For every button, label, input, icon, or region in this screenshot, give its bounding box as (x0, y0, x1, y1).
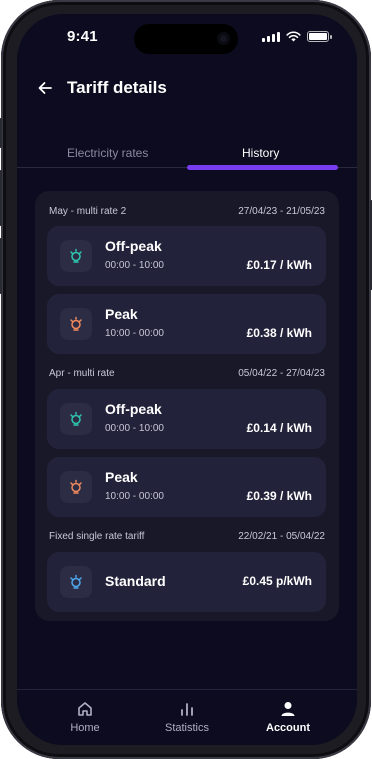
nav-home[interactable]: Home (45, 700, 125, 734)
tariff-dates: 27/04/23 - 21/05/23 (238, 206, 325, 217)
tariff-group-header: Apr - multi rate 05/04/22 - 27/04/23 (49, 368, 325, 379)
rate-price: £0.45 p/kWh (242, 574, 312, 588)
wifi-icon (286, 31, 301, 42)
rate-name: Standard (105, 573, 166, 589)
nav-label: Home (70, 722, 100, 734)
camera-icon (217, 32, 230, 45)
user-icon (281, 702, 295, 716)
rate-card-offpeak[interactable]: Off-peak 00:00 - 10:00 £0.17 / kWh (47, 226, 326, 286)
rate-card-peak[interactable]: Peak 10:00 - 00:00 £0.38 / kWh (47, 294, 326, 354)
peak-icon (60, 308, 92, 340)
rate-name: Peak (105, 306, 138, 322)
tariff-dates: 22/02/21 - 05/04/22 (238, 531, 325, 542)
tariff-name: Fixed single rate tariff (49, 531, 145, 542)
rate-name: Off-peak (105, 401, 162, 417)
tariff-history-panel: May - multi rate 2 27/04/23 - 21/05/23 O… (35, 191, 339, 621)
tariff-name: Apr - multi rate (49, 368, 115, 379)
offpeak-icon (60, 403, 92, 435)
rate-time: 00:00 - 10:00 (105, 260, 164, 271)
rate-price: £0.39 / kWh (246, 489, 312, 503)
app-screen: 9:41 Tariff details Electricity rates Hi… (17, 14, 357, 745)
rate-price: £0.14 / kWh (246, 421, 312, 435)
status-icons (262, 31, 332, 42)
rate-time: 10:00 - 00:00 (105, 491, 164, 502)
standard-icon (60, 566, 92, 598)
rate-name: Peak (105, 469, 138, 485)
tab-electricity-rates[interactable]: Electricity rates (67, 146, 148, 160)
bar-chart-icon (181, 703, 193, 716)
battery-icon (307, 31, 332, 42)
tariff-group-header: Fixed single rate tariff 22/02/21 - 05/0… (49, 531, 325, 542)
back-arrow-icon[interactable] (37, 80, 53, 96)
rate-card-standard[interactable]: Standard £0.45 p/kWh (47, 552, 326, 612)
rate-card-offpeak[interactable]: Off-peak 00:00 - 10:00 £0.14 / kWh (47, 389, 326, 449)
status-time: 9:41 (67, 28, 98, 45)
active-tab-indicator (187, 165, 338, 170)
action-button (0, 118, 2, 148)
volume-up-button (0, 170, 2, 226)
peak-icon (60, 471, 92, 503)
tariff-group-header: May - multi rate 2 27/04/23 - 21/05/23 (49, 206, 325, 217)
rate-time: 00:00 - 10:00 (105, 423, 164, 434)
nav-account[interactable]: Account (248, 700, 328, 734)
offpeak-icon (60, 240, 92, 272)
nav-label: Statistics (164, 722, 209, 734)
phone-frame: 9:41 Tariff details Electricity rates Hi… (0, 0, 372, 759)
dynamic-island (134, 24, 238, 54)
bottom-nav: Home Statistics Account (17, 689, 357, 745)
rate-price: £0.38 / kWh (246, 326, 312, 340)
nav-statistics[interactable]: Statistics (147, 700, 227, 734)
signal-icon (262, 31, 280, 42)
tariff-dates: 05/04/22 - 27/04/23 (238, 368, 325, 379)
home-icon (78, 702, 92, 716)
tariff-name: May - multi rate 2 (49, 206, 127, 217)
rate-card-peak[interactable]: Peak 10:00 - 00:00 £0.39 / kWh (47, 457, 326, 517)
tab-history[interactable]: History (242, 146, 279, 160)
rate-price: £0.17 / kWh (246, 258, 312, 272)
volume-down-button (0, 238, 2, 294)
nav-label: Account (266, 722, 310, 734)
rate-name: Off-peak (105, 238, 162, 254)
page-title: Tariff details (67, 78, 167, 97)
rate-time: 10:00 - 00:00 (105, 328, 164, 339)
